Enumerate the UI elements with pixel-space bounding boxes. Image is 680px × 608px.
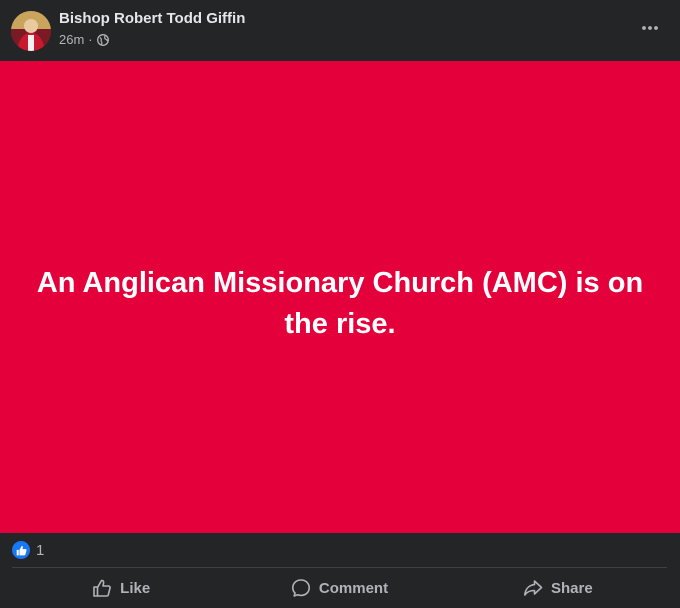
comment-icon (291, 578, 311, 598)
post-meta: 26m · (59, 32, 109, 47)
reaction-count: 1 (36, 541, 45, 559)
avatar-image (11, 11, 51, 51)
share-button[interactable]: Share (449, 570, 667, 606)
like-button[interactable]: Like (12, 570, 230, 606)
divider (12, 567, 667, 568)
like-reaction-icon (12, 541, 30, 559)
post-actions: Like Comment Share (12, 570, 667, 606)
avatar[interactable] (11, 11, 51, 51)
post-content-card[interactable]: An Anglican Missionary Church (AMC) is o… (0, 61, 680, 533)
post-time[interactable]: 26m (59, 32, 84, 47)
thumbs-up-icon (92, 578, 112, 598)
comment-button[interactable]: Comment (230, 570, 448, 606)
share-label: Share (550, 579, 593, 597)
more-options-icon[interactable] (632, 14, 668, 42)
globe-icon[interactable] (96, 33, 109, 46)
share-icon (523, 578, 543, 598)
facebook-post: Bishop Robert Todd Giffin 26m · An Angli… (0, 0, 680, 608)
meta-separator: · (88, 32, 93, 47)
reactions-summary[interactable]: 1 (12, 540, 44, 560)
like-label: Like (120, 579, 151, 597)
comment-label: Comment (318, 579, 389, 597)
author-name[interactable]: Bishop Robert Todd Giffin (59, 10, 245, 27)
post-header: Bishop Robert Todd Giffin 26m · (0, 0, 680, 60)
post-text: An Anglican Missionary Church (AMC) is o… (36, 267, 644, 340)
